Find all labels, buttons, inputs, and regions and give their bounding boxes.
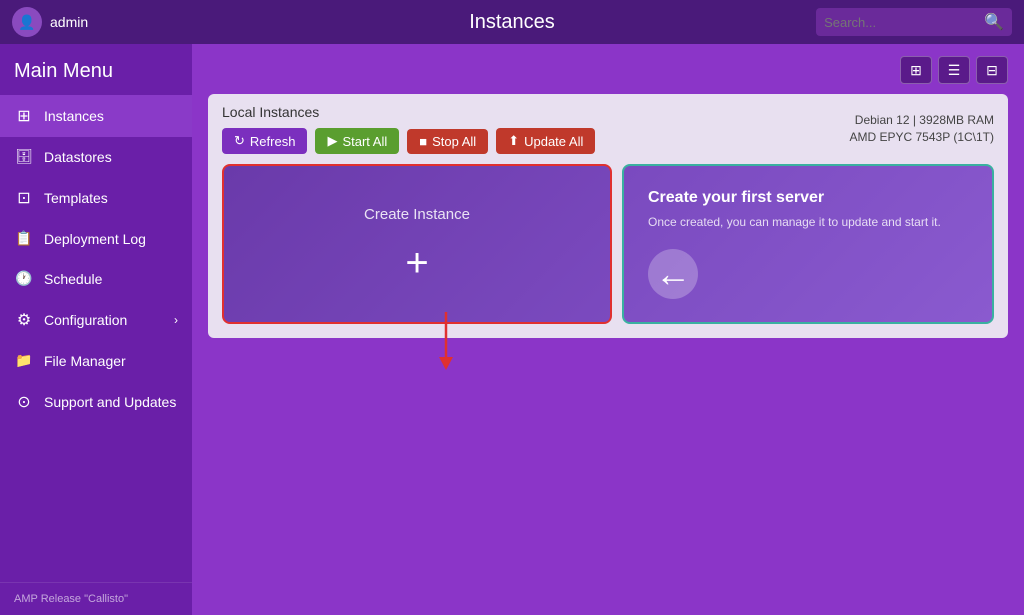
chevron-right-icon: › — [174, 313, 178, 327]
start-all-label: Start All — [342, 134, 387, 149]
config-icon — [14, 310, 34, 330]
sidebar-item-instances[interactable]: Instances — [0, 95, 192, 137]
panel-actions: ↻ Refresh ▶ Start All ■ Stop All ⬆ — [222, 128, 595, 154]
sidebar-item-deployment-log[interactable]: Deployment Log — [0, 219, 192, 259]
table-view-icon: ⊟ — [986, 62, 998, 79]
stop-all-label: Stop All — [432, 134, 476, 149]
panel-header: Local Instances ↻ Refresh ▶ Start All ■ — [222, 104, 994, 154]
panel-title: Local Instances — [222, 104, 595, 120]
sidebar-item-datastores[interactable]: Datastores — [0, 137, 192, 177]
sidebar-header: Main Menu — [0, 44, 192, 95]
panel-left: Local Instances ↻ Refresh ▶ Start All ■ — [222, 104, 595, 154]
play-icon: ▶ — [327, 133, 337, 149]
files-icon — [14, 352, 34, 370]
view-table-button[interactable]: ⊟ — [976, 56, 1008, 84]
create-instance-label: Create Instance — [364, 206, 470, 223]
username-label: admin — [50, 14, 88, 30]
help-card: Create your first server Once created, y… — [622, 164, 994, 324]
sidebar-item-configuration[interactable]: Configuration › — [0, 299, 192, 341]
instances-icon — [14, 106, 34, 126]
refresh-label: Refresh — [250, 134, 296, 149]
sidebar-label-templates: Templates — [44, 190, 108, 206]
sidebar-label-datastores: Datastores — [44, 149, 112, 165]
stop-all-button[interactable]: ■ Stop All — [407, 129, 488, 154]
sidebar-label-files: File Manager — [44, 353, 126, 369]
view-toggle-bar: ⊞ ☰ ⊟ — [208, 56, 1008, 84]
sidebar-item-schedule[interactable]: Schedule — [0, 259, 192, 299]
plus-icon: + — [405, 243, 428, 283]
red-arrow-svg — [436, 312, 486, 372]
annotation-arrow — [436, 312, 486, 377]
help-text: Once created, you can manage it to updat… — [648, 213, 968, 231]
instances-grid: Create Instance + Create your first serv… — [222, 164, 994, 324]
sidebar-footer: AMP Release "Callisto" — [0, 582, 192, 615]
sidebar-item-templates[interactable]: Templates — [0, 177, 192, 219]
support-icon — [14, 392, 34, 412]
sidebar-label-schedule: Schedule — [44, 271, 102, 287]
page-title: Instances — [469, 11, 555, 34]
search-input[interactable] — [824, 15, 984, 30]
grid-view-icon: ⊞ — [910, 62, 922, 79]
sidebar-item-file-manager[interactable]: File Manager — [0, 341, 192, 381]
system-info-line1: Debian 12 | 3928MB RAM — [850, 112, 995, 129]
list-view-icon: ☰ — [948, 62, 961, 79]
topbar: admin Instances 🔍 — [0, 0, 1024, 44]
search-icon[interactable]: 🔍 — [984, 12, 1004, 32]
system-info-line2: AMD EPYC 7543P (1C\1T) — [850, 129, 995, 146]
view-grid-button[interactable]: ⊞ — [900, 56, 932, 84]
help-arrow: ← — [648, 249, 968, 299]
left-arrow-icon: ← — [648, 249, 698, 299]
update-all-button[interactable]: ⬆ Update All — [496, 128, 595, 154]
view-list-button[interactable]: ☰ — [938, 56, 970, 84]
main-layout: Main Menu Instances Datastores Templates… — [0, 44, 1024, 615]
sidebar-label-instances: Instances — [44, 108, 104, 124]
templates-icon — [14, 188, 34, 208]
update-all-label: Update All — [524, 134, 583, 149]
start-all-button[interactable]: ▶ Start All — [315, 128, 399, 154]
sidebar: Main Menu Instances Datastores Templates… — [0, 44, 192, 615]
datastores-icon — [14, 148, 34, 166]
search-bar[interactable]: 🔍 — [816, 8, 1012, 36]
system-info: Debian 12 | 3928MB RAM AMD EPYC 7543P (1… — [850, 112, 995, 146]
schedule-icon — [14, 270, 34, 288]
sidebar-item-support[interactable]: Support and Updates — [0, 381, 192, 423]
sidebar-label-support: Support and Updates — [44, 394, 176, 410]
create-instance-card[interactable]: Create Instance + — [222, 164, 612, 324]
sidebar-label-config: Configuration — [44, 312, 127, 328]
avatar — [12, 7, 42, 37]
deployment-icon — [14, 230, 34, 248]
help-title: Create your first server — [648, 189, 968, 207]
upload-icon: ⬆ — [508, 133, 519, 149]
sidebar-label-deployment: Deployment Log — [44, 231, 146, 247]
avatar-icon — [18, 14, 35, 31]
local-instances-panel: Local Instances ↻ Refresh ▶ Start All ■ — [208, 94, 1008, 338]
stop-icon: ■ — [419, 134, 427, 149]
refresh-icon: ↻ — [234, 133, 245, 149]
content-area: ⊞ ☰ ⊟ Local Instances ↻ Refresh — [192, 44, 1024, 615]
refresh-button[interactable]: ↻ Refresh — [222, 128, 307, 154]
